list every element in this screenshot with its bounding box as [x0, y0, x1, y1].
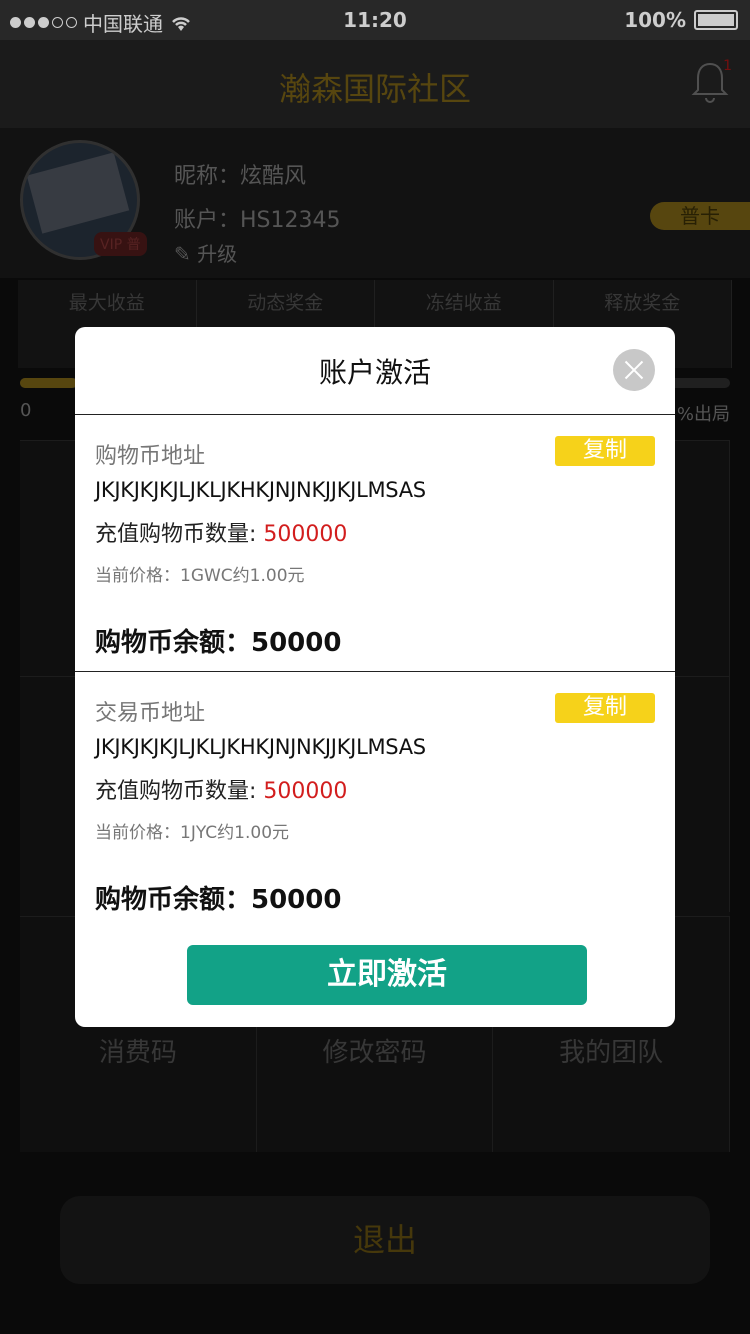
- close-button[interactable]: [613, 349, 655, 391]
- modal-title: 账户激活: [318, 356, 431, 389]
- copy-shopping-address-button[interactable]: 复制: [555, 436, 655, 466]
- recharge-amount: 充值购物币数量: 500000: [95, 773, 347, 805]
- trade-coin-section: 交易币地址 复制 JKJKJKJKJLJKLJKHKJNJNKJJKJLMSAS…: [75, 673, 675, 923]
- shopping-coin-balance: 购物币余额：50000: [95, 628, 342, 658]
- current-price: 当前价格：1JYC约1.00元: [95, 823, 290, 843]
- recharge-label: 充值购物币数量:: [95, 779, 264, 804]
- shopping-coin-address: JKJKJKJKJLJKLJKHKJNJNKJJKJLMSAS: [95, 478, 426, 502]
- copy-trade-address-button[interactable]: 复制: [555, 693, 655, 723]
- recharge-amount: 充值购物币数量: 500000: [95, 516, 347, 548]
- trade-coin-balance: 购物币余额：50000: [95, 885, 342, 915]
- shopping-coin-address-label: 购物币地址: [95, 444, 206, 469]
- recharge-value: 500000: [263, 522, 348, 547]
- recharge-label: 充值购物币数量:: [95, 522, 264, 547]
- trade-coin-address: JKJKJKJKJLJKLJKHKJNJNKJJKJLMSAS: [95, 735, 426, 759]
- activate-button[interactable]: 立即激活: [187, 945, 587, 1005]
- activation-modal: 账户激活 购物币地址 复制 JKJKJKJKJLJKLJKHKJNJNKJJKJ…: [75, 327, 675, 1027]
- modal-header: 账户激活: [75, 327, 675, 415]
- recharge-value: 500000: [263, 779, 348, 804]
- shopping-coin-section: 购物币地址 复制 JKJKJKJKJLJKLJKHKJNJNKJJKJLMSAS…: [75, 416, 675, 672]
- current-price: 当前价格：1GWC约1.00元: [95, 566, 305, 586]
- trade-coin-address-label: 交易币地址: [95, 701, 206, 726]
